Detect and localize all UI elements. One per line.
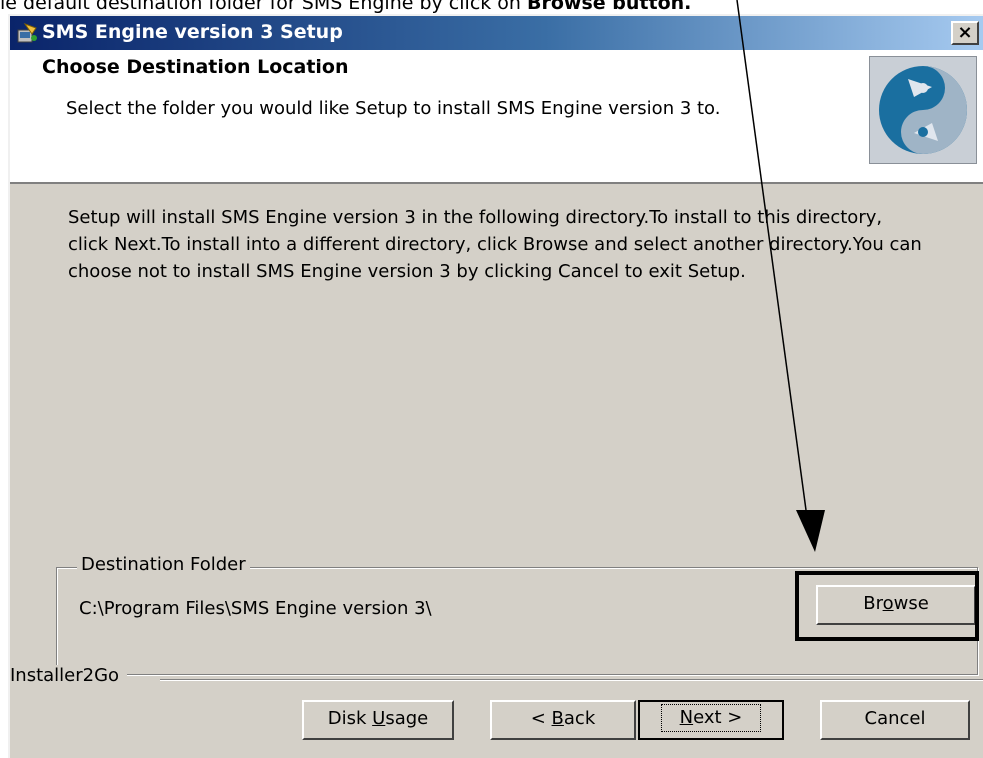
back-label-a: < (530, 708, 552, 729)
disk-usage-button[interactable]: Disk Usage (302, 700, 454, 740)
disk-usage-label-b: sage (385, 708, 429, 729)
next-label-b: ext > (693, 707, 743, 728)
footer-separator (160, 679, 983, 681)
browse-highlight-box (795, 571, 979, 641)
disk-usage-label-a: Disk (327, 708, 373, 729)
back-mnemonic: B (551, 708, 564, 729)
instruction-caption: le default destination folder for SMS En… (0, 0, 983, 14)
window-title: SMS Engine version 3 Setup (42, 21, 343, 43)
next-mnemonic: N (679, 707, 694, 728)
installer-brand: Installer2Go (10, 665, 128, 686)
cancel-button[interactable]: Cancel (820, 700, 970, 740)
destination-folder-legend: Destination Folder (77, 554, 250, 575)
setup-app-icon (17, 22, 37, 43)
instructions-text: Setup will install SMS Engine version 3 … (68, 207, 922, 282)
setup-dialog: SMS Engine version 3 Setup × Choose Dest… (8, 14, 983, 758)
close-button[interactable]: × (951, 21, 979, 45)
page-title: Choose Destination Location (42, 56, 349, 78)
header-panel: Choose Destination Location Select the f… (10, 50, 983, 184)
back-button[interactable]: < Back (490, 700, 636, 740)
title-bar[interactable]: SMS Engine version 3 Setup × (10, 16, 983, 50)
destination-path: C:\Program Files\SMS Engine version 3\ (79, 598, 432, 619)
caption-bold: Browse button. (527, 0, 692, 14)
back-label-b: ack (563, 708, 596, 729)
yin-yang-arrows-logo (869, 56, 977, 164)
caption-text: le default destination folder for SMS En… (0, 0, 528, 14)
next-button[interactable]: Next > (638, 700, 784, 740)
page-subtitle: Select the folder you would like Setup t… (66, 98, 721, 119)
disk-usage-mnemonic: U (372, 708, 386, 729)
